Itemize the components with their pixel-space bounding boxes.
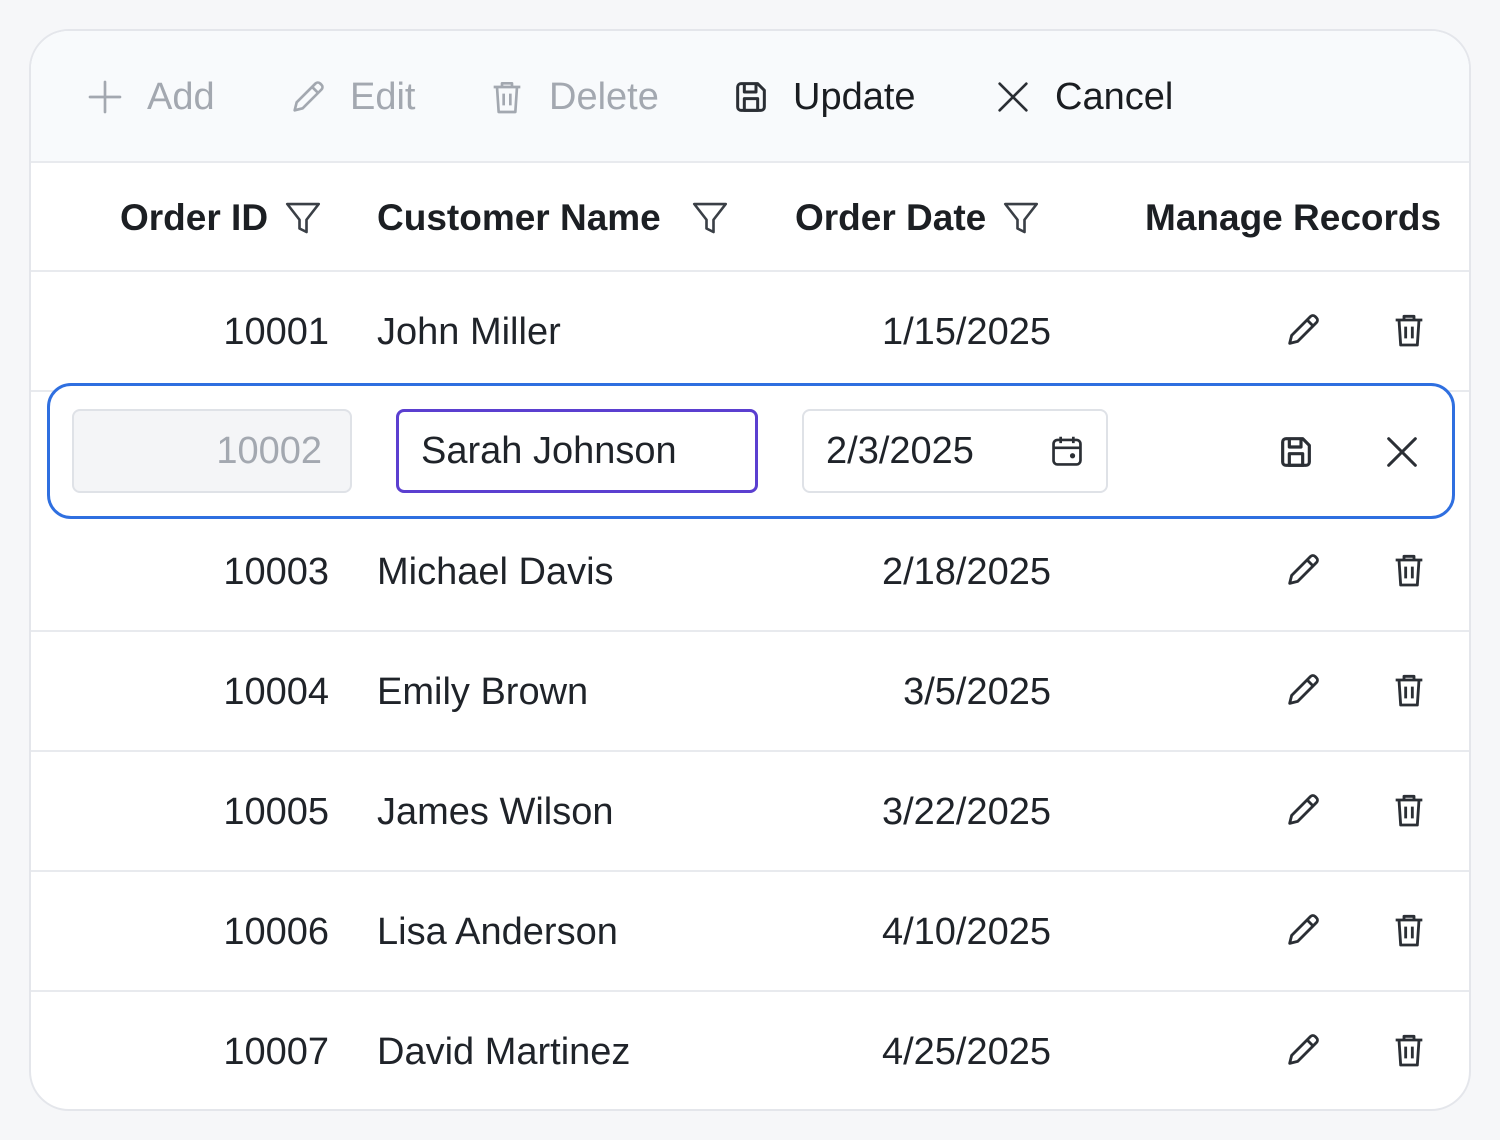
close-icon <box>998 82 1028 112</box>
order-date-cell: 1/15/2025 <box>881 311 1051 353</box>
trash-icon <box>1395 794 1423 827</box>
row-delete-button[interactable] <box>1389 670 1429 710</box>
pencil-icon <box>1288 674 1319 705</box>
customer-name-cell: Emily Brown <box>377 671 589 713</box>
column-header-manage-records: Manage Records <box>1145 193 1441 243</box>
add-button-label: Add <box>147 76 215 118</box>
order-id-field: 10002 <box>72 409 352 493</box>
row-delete-button[interactable] <box>1389 790 1429 830</box>
row-edit-button[interactable] <box>1283 910 1323 950</box>
pencil-icon <box>1288 1034 1319 1065</box>
pencil-icon <box>1288 554 1319 585</box>
row-save-button[interactable] <box>1276 432 1316 472</box>
row-delete-button[interactable] <box>1389 550 1429 590</box>
table-row[interactable]: 10001 John Miller 1/15/2025 <box>31 272 1469 392</box>
customer-name-cell: Michael Davis <box>377 551 614 593</box>
table-row[interactable]: 10006 Lisa Anderson 4/10/2025 <box>31 872 1469 992</box>
grid-header: Order ID Customer Name Order Date Manage… <box>31 163 1469 272</box>
order-id-cell: 10006 <box>223 911 329 953</box>
row-delete-button[interactable] <box>1389 1030 1429 1070</box>
column-header-order-id[interactable]: Order ID <box>120 193 324 243</box>
trash-icon <box>1395 674 1423 707</box>
row-edit-button[interactable] <box>1283 790 1323 830</box>
customer-name-cell: John Miller <box>377 311 561 353</box>
order-id-cell: 10001 <box>223 311 329 353</box>
pencil-icon <box>1288 914 1319 945</box>
filter-icon[interactable] <box>282 197 324 239</box>
order-id-cell: 10003 <box>223 551 329 593</box>
trash-icon <box>493 82 521 114</box>
table-row[interactable]: 10003 Michael Davis 2/18/2025 <box>31 512 1469 632</box>
column-header-label: Order ID <box>120 197 269 238</box>
column-header-label: Order Date <box>795 197 987 238</box>
edit-row: 10002 Sarah Johnson 2/3/2025 <box>47 383 1455 519</box>
trash-icon <box>1395 554 1423 587</box>
column-header-label: Manage Records <box>1145 197 1442 238</box>
plus-icon <box>88 80 122 114</box>
column-header-order-date[interactable]: Order Date <box>795 193 1042 243</box>
customer-name-cell: Lisa Anderson <box>377 911 618 953</box>
pencil-icon <box>1288 794 1319 825</box>
order-date-cell: 3/5/2025 <box>903 671 1051 713</box>
order-date-field[interactable]: 2/3/2025 <box>802 409 1108 493</box>
table-row[interactable]: 10004 Emily Brown 3/5/2025 <box>31 632 1469 752</box>
delete-button-label: Delete <box>549 76 659 118</box>
trash-icon <box>1395 1034 1423 1067</box>
order-date-cell: 4/10/2025 <box>881 911 1051 953</box>
row-edit-button[interactable] <box>1283 550 1323 590</box>
order-date-value: 2/3/2025 <box>826 430 974 472</box>
add-button[interactable]: Add <box>85 73 215 121</box>
grid-panel: Add Edit Delete Update Cancel Order ID C… <box>29 29 1471 1111</box>
table-row[interactable]: 10007 David Martinez 4/25/2025 <box>31 992 1469 1109</box>
customer-name-cell: David Martinez <box>377 1031 631 1073</box>
table-row[interactable]: 10005 James Wilson 3/22/2025 <box>31 752 1469 872</box>
filter-icon[interactable] <box>689 197 731 239</box>
row-cancel-button[interactable] <box>1382 432 1422 472</box>
update-button-label: Update <box>793 76 916 118</box>
column-header-label: Customer Name <box>377 197 661 238</box>
column-header-customer-name[interactable]: Customer Name <box>377 193 731 243</box>
save-icon <box>1281 437 1311 467</box>
pencil-icon <box>1288 314 1319 345</box>
order-date-cell: 3/22/2025 <box>881 791 1051 833</box>
filter-icon[interactable] <box>1000 197 1042 239</box>
row-delete-button[interactable] <box>1389 310 1429 350</box>
row-delete-button[interactable] <box>1389 910 1429 950</box>
order-id-cell: 10007 <box>223 1031 329 1073</box>
order-id-cell: 10005 <box>223 791 329 833</box>
close-icon <box>1387 437 1417 467</box>
calendar-icon[interactable] <box>1048 432 1086 470</box>
trash-icon <box>1395 314 1423 347</box>
save-icon <box>736 82 766 112</box>
row-edit-button[interactable] <box>1283 310 1323 350</box>
customer-name-cell: James Wilson <box>377 791 614 833</box>
row-edit-button[interactable] <box>1283 670 1323 710</box>
row-edit-button[interactable] <box>1283 1030 1323 1070</box>
pencil-icon <box>293 81 324 112</box>
edit-button-label: Edit <box>350 76 416 118</box>
cancel-button[interactable]: Cancel <box>993 73 1173 121</box>
order-date-cell: 4/25/2025 <box>881 1031 1051 1073</box>
grid-toolbar: Add Edit Delete Update Cancel <box>31 31 1469 163</box>
update-button[interactable]: Update <box>731 73 916 121</box>
delete-button[interactable]: Delete <box>487 73 659 121</box>
customer-name-field[interactable]: Sarah Johnson <box>396 409 758 493</box>
order-id-cell: 10004 <box>223 671 329 713</box>
edit-button[interactable]: Edit <box>288 73 415 121</box>
cancel-button-label: Cancel <box>1055 76 1174 118</box>
order-date-cell: 2/18/2025 <box>881 551 1051 593</box>
trash-icon <box>1395 914 1423 947</box>
